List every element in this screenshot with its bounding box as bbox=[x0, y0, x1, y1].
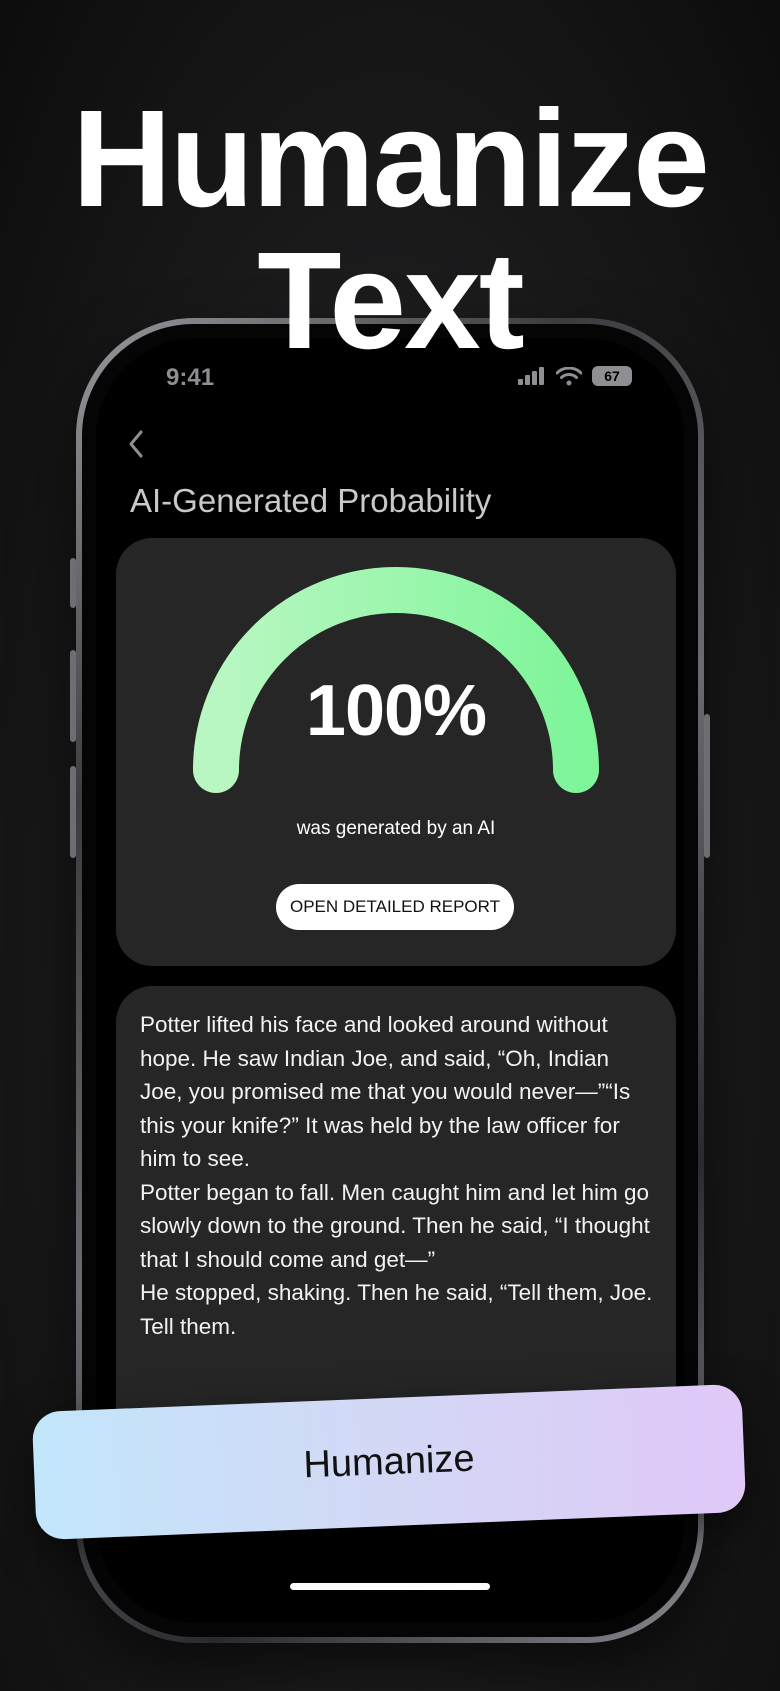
volume-down-button bbox=[70, 766, 76, 858]
open-report-button[interactable]: OPEN DETAILED REPORT bbox=[276, 884, 514, 930]
text-paragraph: Potter began to fall. Men caught him and… bbox=[140, 1179, 650, 1272]
volume-up-button bbox=[70, 650, 76, 742]
power-button bbox=[704, 714, 710, 858]
action-button bbox=[70, 558, 76, 608]
headline-line-2: Text bbox=[257, 224, 525, 378]
back-button[interactable] bbox=[126, 428, 166, 468]
page-title: AI-Generated Probability bbox=[130, 482, 492, 519]
probability-caption: was generated by an AI bbox=[296, 818, 496, 839]
home-indicator bbox=[290, 1583, 490, 1590]
chevron-left-icon bbox=[129, 430, 143, 458]
probability-value: 100% bbox=[305, 671, 487, 751]
headline-line-1: Humanize bbox=[72, 82, 710, 236]
promo-headline: Humanize Text bbox=[0, 88, 780, 372]
analyzed-text[interactable]: Potter lifted his face and looked around… bbox=[140, 1008, 656, 1343]
text-paragraph: He stopped, shaking. Then he said, “Tell… bbox=[140, 1280, 653, 1339]
text-paragraph: Potter lifted his face and looked around… bbox=[140, 1012, 631, 1171]
probability-card: 100% was generated by an AI OPEN DETAILE… bbox=[116, 538, 676, 966]
